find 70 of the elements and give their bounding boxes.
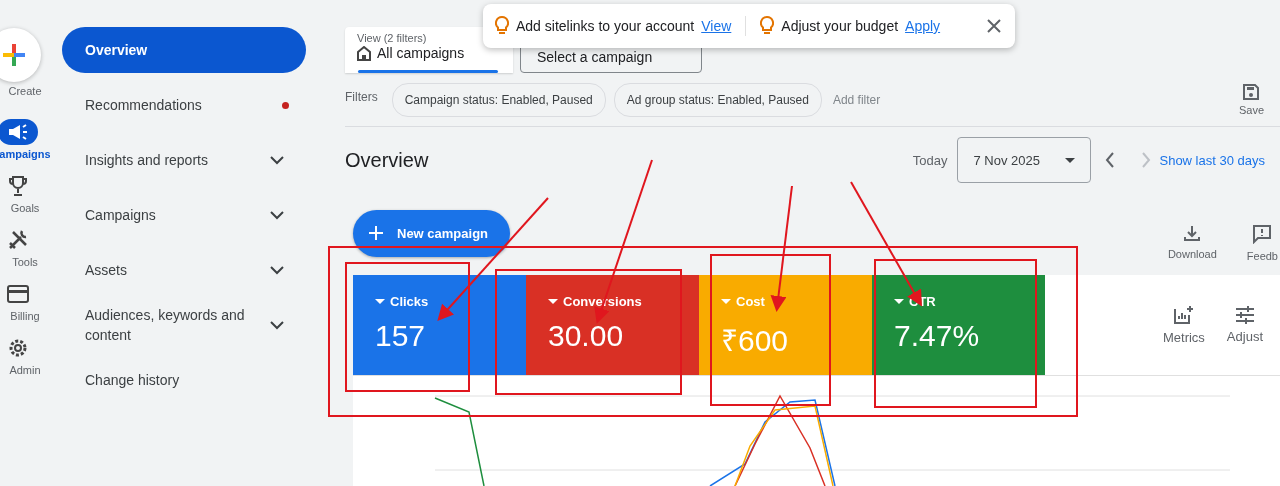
plus-icon — [1, 42, 27, 68]
date-picker[interactable]: 7 Nov 2025 — [957, 137, 1092, 183]
suggestion-text: Adjust your budget — [781, 18, 899, 34]
metric-label: Clicks — [390, 294, 429, 309]
feedback-icon — [1252, 224, 1273, 244]
metric-card[interactable]: Conversions 30.00 — [526, 275, 699, 375]
caret-icon — [1065, 157, 1076, 163]
date-range-link[interactable]: Show last 30 days — [1159, 152, 1265, 168]
metric-label: Conversions — [563, 294, 642, 309]
save-icon — [1242, 83, 1261, 101]
suggestion-text: Add sitelinks to your account — [516, 18, 695, 34]
chart-add-icon — [1172, 305, 1195, 325]
metric-value: 157 — [375, 319, 427, 353]
metric-value: 30.00 — [548, 319, 625, 353]
filter-chip[interactable]: Campaign status: Enabled, Paused — [391, 82, 606, 117]
chevron-down-icon — [270, 265, 284, 275]
filters-label: Filters — [345, 90, 378, 104]
nav-item[interactable]: Audiences, keywords and content — [62, 302, 306, 348]
today-label: Today — [912, 152, 948, 168]
new-campaign-button[interactable]: New campaign — [353, 209, 511, 257]
rail-label[interactable]: Goals — [10, 202, 40, 214]
chevron-down-icon — [270, 155, 284, 165]
settings-icon — [7, 337, 29, 359]
rail-label[interactable]: Billing — [10, 310, 40, 322]
plus-icon — [369, 226, 383, 240]
notification-dot — [282, 101, 289, 109]
page-title: Overview — [345, 148, 429, 172]
suggestion-link[interactable]: View — [701, 18, 732, 34]
nav-item[interactable]: Overview — [62, 27, 306, 73]
chevron-left-icon[interactable] — [1105, 152, 1116, 168]
dropdown-caret-icon — [375, 299, 385, 304]
metric-card[interactable]: Clicks 157 — [353, 275, 526, 375]
home-icon — [357, 45, 371, 61]
chevron-down-icon — [270, 320, 284, 330]
metric-label: Cost — [736, 294, 765, 309]
download-button[interactable]: Download — [1167, 224, 1217, 262]
feedback-button[interactable]: Feedb — [1246, 224, 1278, 262]
rail-label[interactable]: Tools — [12, 256, 38, 268]
create-button[interactable] — [0, 28, 41, 82]
nav-item[interactable]: Insights and reports — [62, 137, 306, 183]
download-icon — [1183, 224, 1202, 242]
metric-value: 7.47% — [894, 319, 981, 353]
megaphone-icon — [7, 123, 29, 141]
trophy-icon — [8, 175, 28, 197]
filter-chip[interactable]: Ad group status: Enabled, Paused — [613, 82, 822, 117]
lightbulb-icon — [760, 16, 775, 36]
dropdown-caret-icon — [548, 299, 558, 304]
save-button[interactable]: Save — [1238, 83, 1264, 116]
sliders-icon — [1234, 306, 1255, 324]
nav-item[interactable]: Change history — [62, 357, 306, 403]
rail-label[interactable]: Admin — [9, 364, 41, 376]
metrics-button[interactable]: Metrics — [1162, 305, 1205, 345]
adjust-button[interactable]: Adjust — [1226, 306, 1263, 344]
dropdown-caret-icon — [894, 299, 904, 304]
nav-item[interactable]: Assets — [62, 247, 306, 293]
close-button[interactable] — [985, 17, 1003, 35]
view-picker[interactable]: View (2 filters) All campaigns — [345, 27, 513, 73]
metric-value: ₹600 — [721, 323, 790, 359]
card-icon — [7, 285, 29, 303]
rail-label[interactable]: ampaigns — [0, 148, 50, 160]
dropdown-caret-icon — [721, 299, 731, 304]
suggestion-link[interactable]: Apply — [905, 18, 941, 34]
chevron-down-icon — [270, 210, 284, 220]
tools-icon — [7, 229, 29, 251]
add-filter-link[interactable]: Add filter — [832, 92, 881, 107]
nav-item[interactable]: Recommendations — [62, 82, 306, 128]
rail-label[interactable]: Create — [8, 85, 42, 97]
lightbulb-icon — [495, 16, 509, 36]
nav-item[interactable]: Campaigns — [62, 192, 306, 238]
close-icon — [987, 19, 1001, 33]
